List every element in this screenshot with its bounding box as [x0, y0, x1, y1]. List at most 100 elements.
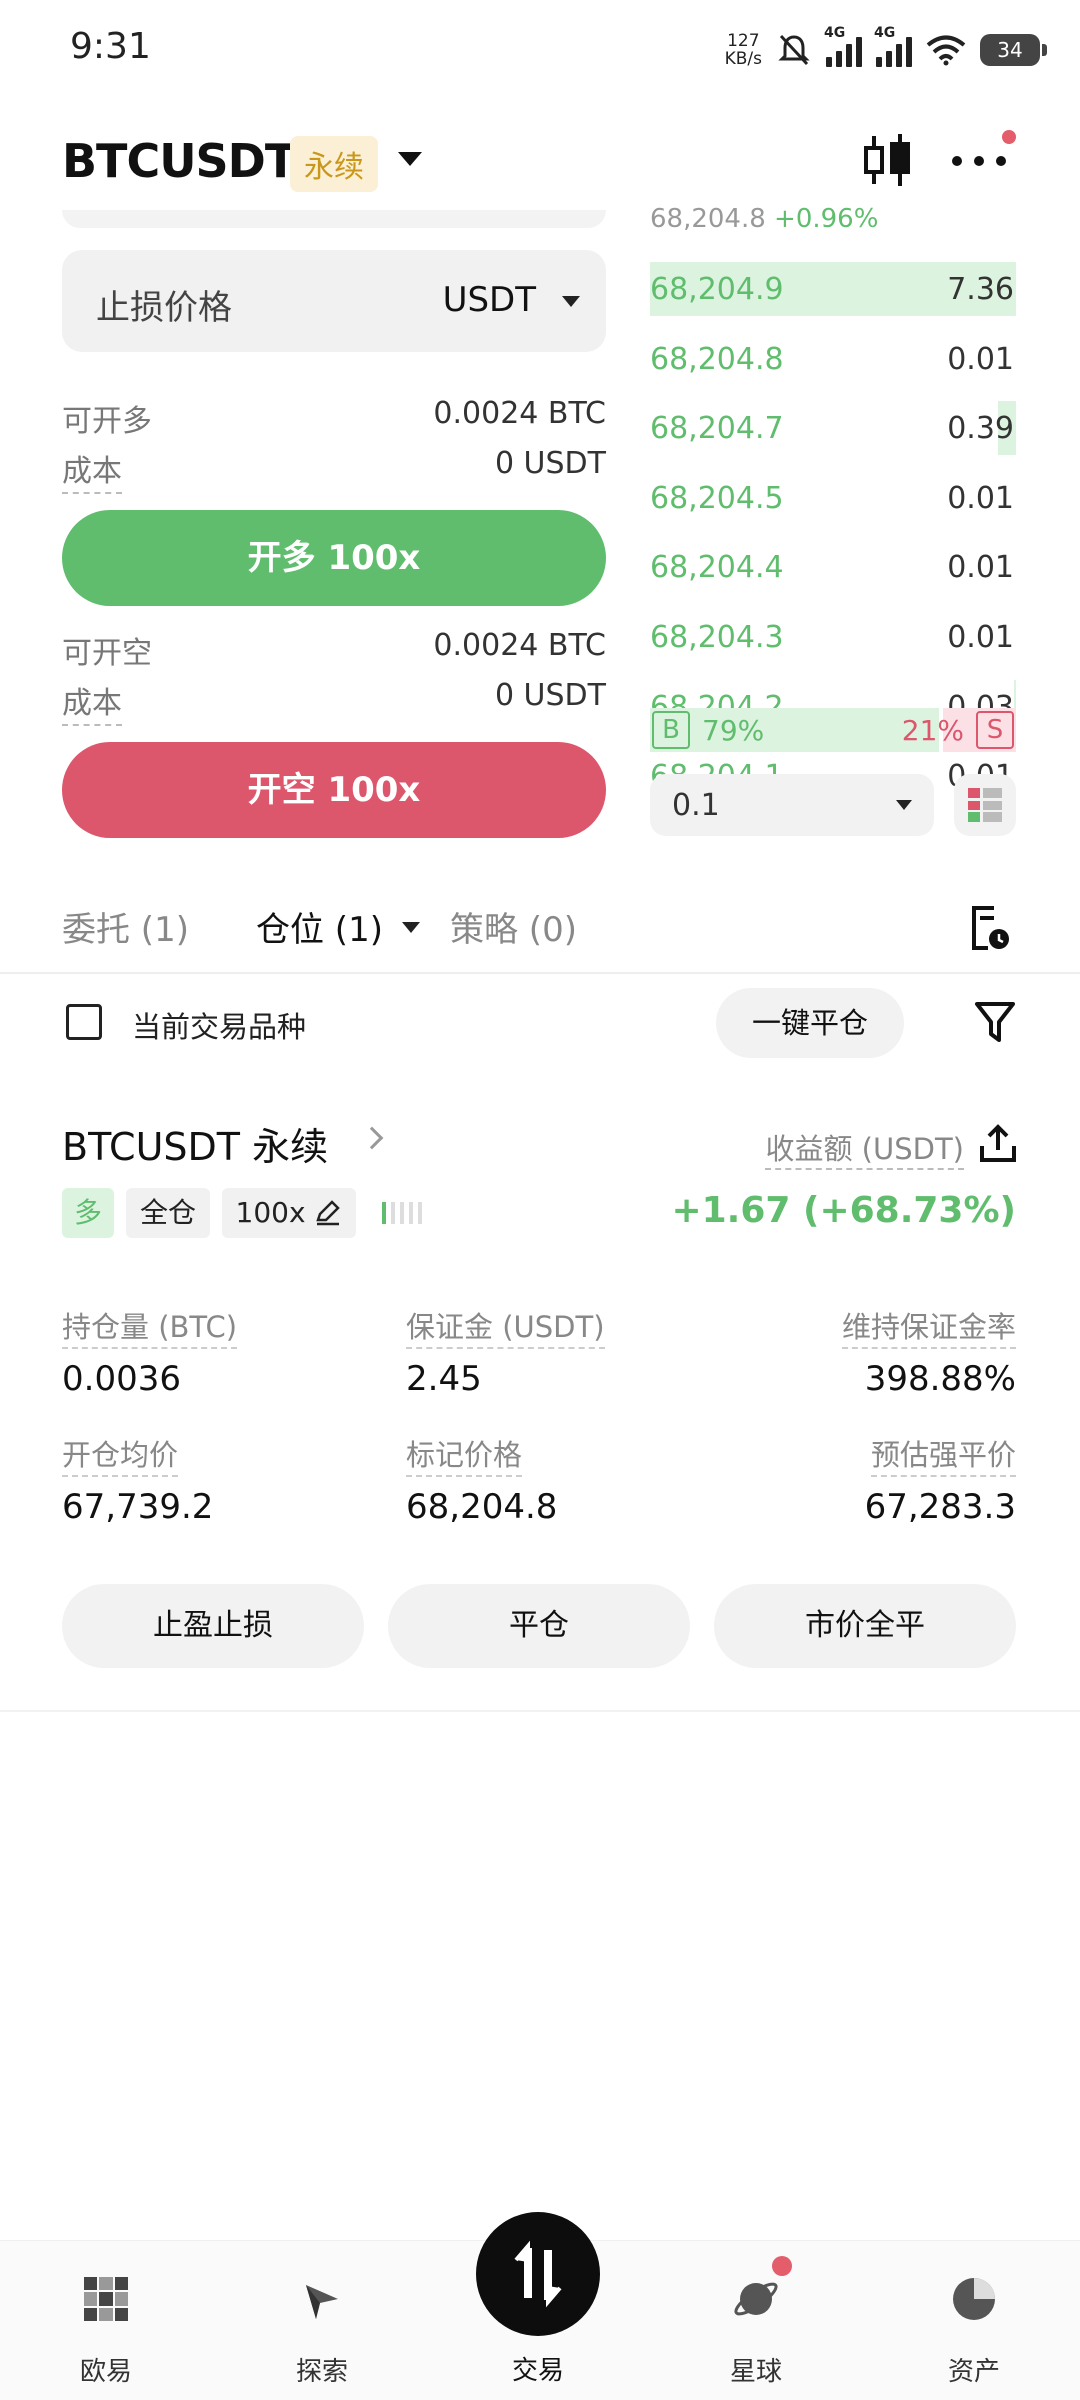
- orderbook-row[interactable]: 68,204.5 0.01: [650, 471, 1016, 525]
- bid-quantity: 0.39: [947, 411, 1014, 446]
- nav-assets[interactable]: 资产: [894, 2241, 1054, 2400]
- pnl-value: +1.67 (+68.73%): [671, 1190, 1016, 1231]
- bid-price: 68,204.3: [650, 620, 784, 655]
- tp-sl-button[interactable]: 止盈止损: [62, 1584, 364, 1668]
- okx-logo-icon: [84, 2277, 128, 2321]
- risk-meter: [382, 1202, 422, 1224]
- tab-positions[interactable]: 仓位 (1): [256, 902, 383, 951]
- position-title[interactable]: BTCUSDT 永续: [62, 1116, 328, 1171]
- risk-meter-bar: [418, 1202, 422, 1224]
- chevron-down-icon: [896, 800, 912, 810]
- share-icon[interactable]: [978, 1124, 1018, 1164]
- bid-price: 68,204.9: [650, 272, 784, 307]
- pnl-label[interactable]: 收益额 (USDT): [765, 1126, 964, 1170]
- chevron-right-icon[interactable]: [360, 1126, 384, 1150]
- orderbook-row[interactable]: 68,204.4 0.01: [650, 540, 1016, 594]
- field-liq-price: 预估强平价 67,283.3: [686, 1432, 1016, 1527]
- leverage-tag[interactable]: 100x: [222, 1188, 356, 1238]
- bid-price: 68,204.5: [650, 481, 784, 516]
- open-long-button[interactable]: 开多 100x: [62, 510, 606, 606]
- divider: [0, 1710, 1080, 1712]
- nav-explore[interactable]: 探索: [242, 2241, 402, 2400]
- header: BTCUSDT 永续: [0, 120, 1080, 210]
- close-all-button[interactable]: 一键平仓: [716, 988, 904, 1058]
- position-tabs: 委托 (1) 仓位 (1) 策略 (0): [0, 890, 1080, 974]
- sell-label: S: [976, 711, 1014, 749]
- edit-icon: [316, 1200, 341, 1226]
- trade-arrows-icon: [514, 2240, 562, 2308]
- precision-value: 0.1: [672, 788, 720, 823]
- net-speed: 127 KB/s: [724, 31, 762, 69]
- chevron-down-icon[interactable]: [398, 152, 422, 166]
- signal-icon: 4G: [824, 25, 862, 67]
- battery-icon: 34: [980, 34, 1047, 66]
- cost-short-label[interactable]: 成本: [62, 678, 122, 726]
- signal-icon: 4G: [874, 25, 912, 67]
- field-entry-price: 开仓均价 67,739.2: [62, 1432, 392, 1527]
- cost-short-value: 0 USDT: [494, 678, 606, 713]
- bid-quantity: 0.01: [947, 481, 1014, 516]
- avail-long-label: 可开多: [62, 404, 152, 439]
- field-position-size: 持仓量 (BTC) 0.0036: [62, 1304, 392, 1399]
- market-close-all-button[interactable]: 市价全平: [714, 1584, 1016, 1668]
- sell-percent: 21%: [901, 714, 964, 747]
- orderbook-partial-row: 68,204.8 +0.96%: [650, 204, 879, 234]
- avail-short-value: 0.0024 BTC: [433, 628, 606, 663]
- orderbook-row[interactable]: 68,204.8 0.01: [650, 332, 1016, 386]
- buy-percent: 79%: [702, 714, 765, 747]
- notification-dot: [772, 2256, 792, 2276]
- chevron-down-icon[interactable]: [562, 296, 580, 307]
- compass-icon: [306, 2285, 338, 2319]
- stop-loss-label: 止损价格: [96, 288, 232, 328]
- history-icon[interactable]: [968, 904, 1012, 954]
- nav-trade-label: 交易: [511, 2356, 564, 2386]
- stop-loss-unit[interactable]: USDT: [443, 280, 536, 320]
- avail-short-row: 可开空 0.0024 BTC: [62, 628, 606, 672]
- pie-chart-icon: [953, 2278, 995, 2320]
- tab-orders[interactable]: 委托 (1): [62, 902, 189, 951]
- bid-quantity: 0.01: [947, 620, 1014, 655]
- buy-label: B: [652, 711, 690, 749]
- filter-icon[interactable]: [974, 1000, 1016, 1044]
- precision-select[interactable]: 0.1: [650, 774, 934, 836]
- more-icon[interactable]: [952, 156, 1006, 166]
- tab-strategies[interactable]: 策略 (0): [450, 902, 577, 951]
- buy-sell-ratio: B 79% 21% S: [650, 708, 1016, 752]
- bid-price: 68,204.8: [650, 342, 784, 377]
- nav-home[interactable]: 欧易: [26, 2241, 186, 2400]
- orderbook-row[interactable]: 68,204.3 0.01: [650, 610, 1016, 664]
- cost-long-row: 成本 0 USDT: [62, 446, 606, 494]
- open-short-button[interactable]: 开空 100x: [62, 742, 606, 838]
- price-input-partial[interactable]: [62, 210, 606, 228]
- risk-meter-bar: [382, 1202, 386, 1224]
- bid-quantity: 7.36: [947, 272, 1014, 307]
- mute-bell-icon: [778, 34, 810, 66]
- field-maint-margin-ratio: 维持保证金率 398.88%: [686, 1304, 1016, 1399]
- stop-loss-input[interactable]: 止损价格 USDT: [62, 250, 606, 352]
- current-symbol-label[interactable]: 当前交易品种: [132, 1004, 306, 1046]
- bid-price: 68,204.7: [650, 411, 784, 446]
- side-tag: 多: [62, 1188, 114, 1238]
- chevron-down-icon[interactable]: [402, 922, 420, 933]
- cost-short-row: 成本 0 USDT: [62, 678, 606, 726]
- margin-mode-tag: 全仓: [126, 1188, 210, 1238]
- status-time: 9:31: [70, 26, 151, 67]
- trade-button[interactable]: [476, 2212, 600, 2336]
- bid-quantity: 0.01: [947, 550, 1014, 585]
- nav-planet[interactable]: 星球: [676, 2241, 836, 2400]
- orderbook-row[interactable]: 68,204.7 0.39: [650, 401, 1016, 455]
- candlestick-icon[interactable]: [860, 130, 916, 190]
- bid-quantity: 0.01: [947, 342, 1014, 377]
- cost-long-label[interactable]: 成本: [62, 446, 122, 494]
- orderbook-layout-button[interactable]: [954, 774, 1016, 836]
- wifi-icon: [926, 35, 966, 66]
- contract-badge: 永续: [290, 136, 378, 192]
- risk-meter-bar: [391, 1202, 395, 1224]
- risk-meter-bar: [400, 1202, 404, 1224]
- close-position-button[interactable]: 平仓: [388, 1584, 690, 1668]
- symbol-title[interactable]: BTCUSDT: [62, 134, 296, 188]
- current-symbol-checkbox[interactable]: [66, 1004, 102, 1040]
- orderbook-row[interactable]: 68,204.9 7.36: [650, 262, 1016, 316]
- risk-meter-bar: [409, 1202, 413, 1224]
- notification-dot: [1002, 130, 1016, 144]
